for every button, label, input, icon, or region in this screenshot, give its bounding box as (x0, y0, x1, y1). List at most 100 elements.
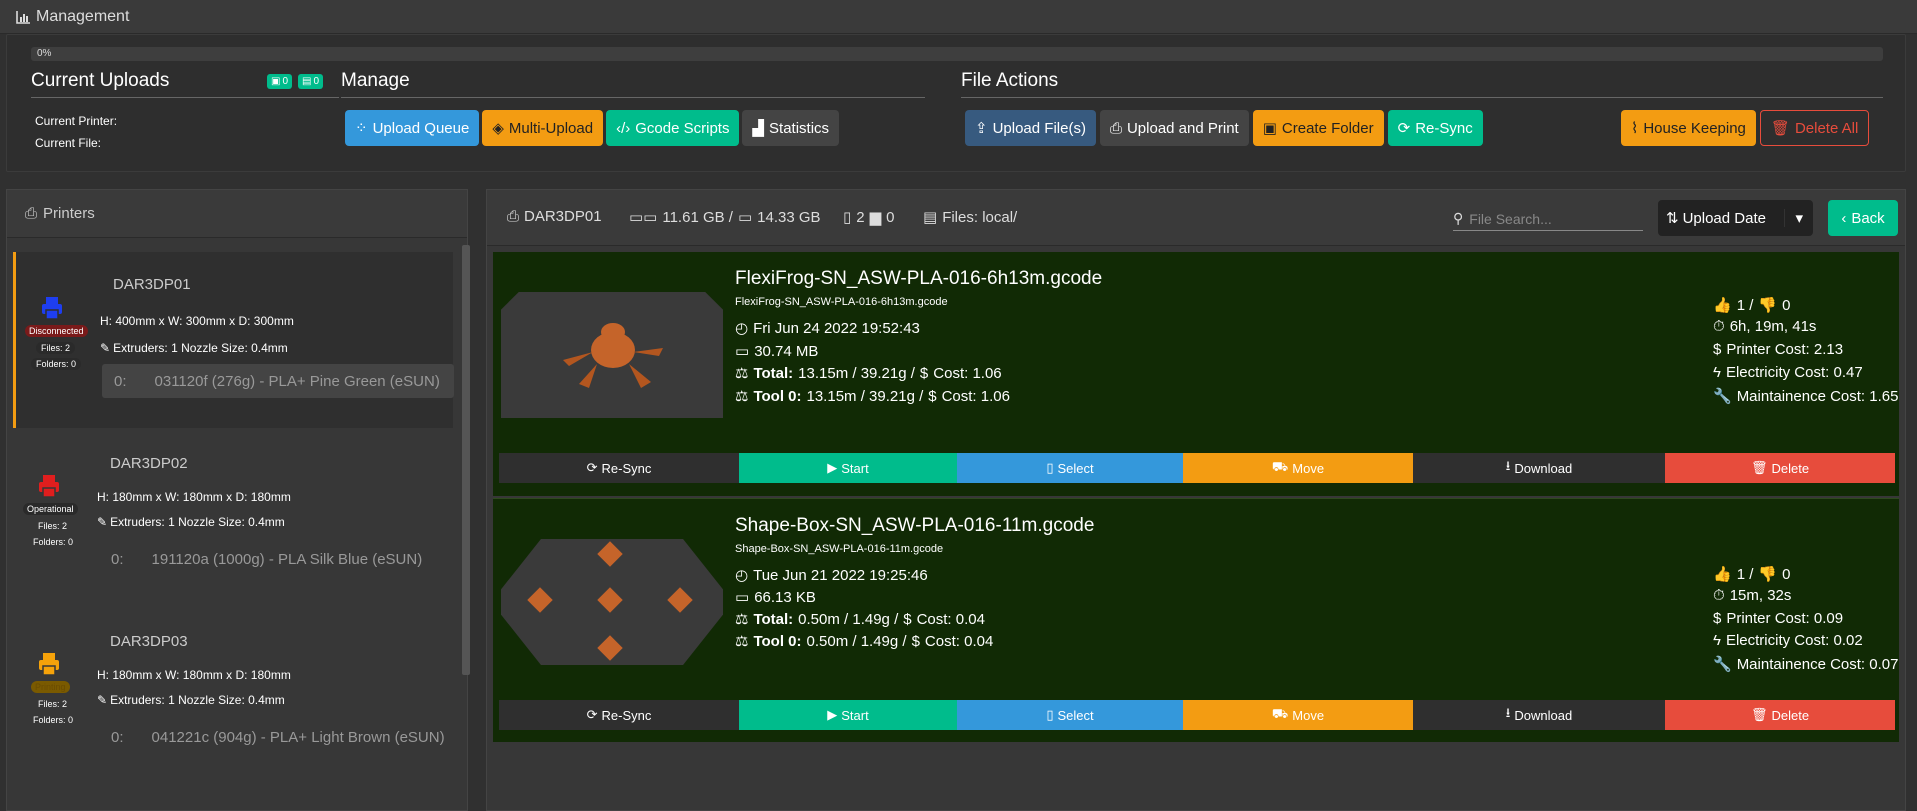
printers-title-wrap: ⎙ Printers (25, 205, 95, 222)
printer-icon (40, 296, 64, 325)
file-name: Shape-Box-SN_ASW-PLA-016-11m.gcode (735, 515, 1095, 536)
spinner-icon: ⁘ (355, 120, 368, 137)
printer-icon: ⎙ (507, 208, 520, 225)
printers-header: ⎙ Printers (7, 190, 467, 238)
printer-name: DAR3DP02 (110, 455, 188, 472)
printer-card-dar3dp03[interactable]: Printing Files: 2 Folders: 0 DAR3DP03 H:… (13, 608, 453, 784)
file-path: FlexiFrog-SN_ASW-PLA-016-6h13m.gcode (735, 296, 948, 308)
broom-icon: ⌇ (1631, 120, 1639, 137)
file-resync-button[interactable]: ⟳ Re-Sync (499, 453, 739, 483)
tool-usage: ⚖ Tool 0: 13.15m / 39.21g / $ Cost: 1.06 (735, 387, 1010, 406)
play-icon: ▶ (827, 460, 838, 475)
thumbs-up-icon[interactable]: 👍 (1713, 296, 1732, 314)
folders-count: Folders: 0 (33, 715, 74, 725)
dollar-icon: $ (903, 610, 912, 628)
delete-all-button[interactable]: 🗑 Delete All (1759, 110, 1870, 146)
back-button[interactable]: ‹ Back (1828, 200, 1898, 236)
status-badge: Printing (31, 681, 70, 693)
spool-select[interactable]: 0: 031120f (276g) - PLA+ Pine Green (eSUN… (102, 364, 454, 398)
file-icon: ▯ (1046, 460, 1054, 475)
printer-card-dar3dp02[interactable]: Operational Files: 2 Folders: 0 DAR3DP02… (13, 430, 453, 606)
electricity-cost: ϟ Electricity Cost: 0.47 (1713, 364, 1863, 381)
sync-icon: ⟳ (586, 707, 598, 722)
wrench-icon: 🔧 (1713, 656, 1732, 673)
current-file-label: Current File: (35, 136, 102, 150)
sort-label[interactable]: ⇅ Upload Date (1658, 209, 1774, 228)
file-start-button[interactable]: ▶ Start (739, 453, 957, 483)
status-badge: Disconnected (25, 325, 88, 337)
file-delete-button[interactable]: 🗑 Delete (1665, 700, 1895, 730)
header-title: Management (36, 8, 130, 25)
file-rating: 👍 1 /👎 0 (1713, 296, 1791, 315)
thumbs-up-icon[interactable]: 👍 (1713, 565, 1732, 583)
file-download-button[interactable]: ⭳ Download (1413, 453, 1665, 483)
printer-name: DAR3DP03 (110, 633, 188, 650)
file-rating: 👍 1 /👎 0 (1713, 565, 1791, 584)
management-panel: 0% Current Uploads ▣ 0 ▤ 0 Current Printer… (6, 34, 1906, 172)
file-move-button[interactable]: ⛟ Move (1183, 700, 1413, 730)
pencil-icon: ✎ (100, 341, 111, 355)
multi-upload-button[interactable]: ◈ Multi-Upload (482, 110, 604, 146)
thumbs-down-icon[interactable]: 👎 (1758, 296, 1777, 314)
spool-select[interactable]: 0: 191120a (1000g) - PLA Silk Blue (eSUN) (99, 542, 451, 576)
file-size: ▭ 66.13 KB (735, 588, 816, 607)
folder-plus-icon: ▣ (1262, 120, 1277, 137)
file-move-button[interactable]: ⛟ Move (1183, 453, 1413, 483)
file-thumbnail (501, 539, 723, 665)
header-title-wrap: Management (16, 8, 129, 26)
printers-scrollbar[interactable] (462, 245, 470, 675)
sort-dropdown[interactable]: ⇅ Upload Date ▾ (1658, 200, 1813, 236)
file-download-button[interactable]: ⭳ Download (1413, 700, 1665, 730)
search-input[interactable]: File Search... (1469, 211, 1551, 227)
printer-extruders: ✎ Extruders: 1 Nozzle Size: 0.4mm (100, 341, 288, 355)
file-resync-button[interactable]: ⟳ Re-Sync (499, 700, 739, 730)
create-folder-button[interactable]: ▣ Create Folder (1252, 110, 1384, 146)
hdd-icon: ▭ (737, 209, 753, 226)
file-search[interactable]: ⚲ File Search... (1453, 207, 1643, 231)
files-count: Files: 2 (36, 342, 76, 354)
play-icon: ▶ (827, 707, 838, 722)
current-path: ▤ Files: local/ (923, 208, 1018, 227)
truck-icon: ⛟ (1271, 706, 1289, 721)
gcode-scripts-button[interactable]: ‹/› Gcode Scripts (606, 110, 740, 146)
file-size: ▭ 30.74 MB (735, 342, 819, 361)
total-usage: ⚖ Total: 13.15m / 39.21g / $ Cost: 1.06 (735, 364, 1002, 383)
file-select-button[interactable]: ▯ Select (957, 700, 1183, 730)
file-start-button[interactable]: ▶ Start (739, 700, 957, 730)
printer-icon: ▣ (271, 76, 281, 87)
file-item-flexifrog[interactable]: FlexiFrog-SN_ASW-PLA-016-6h13m.gcode Fle… (493, 252, 1899, 496)
file-actions-divider (961, 97, 1883, 98)
download-icon: ⭳ (1505, 458, 1511, 473)
file-delete-button[interactable]: 🗑 Delete (1665, 453, 1895, 483)
weight-icon: ⚖ (735, 611, 749, 628)
pencil-icon: ✎ (97, 515, 108, 529)
file-upload-icon: ⇪ (975, 120, 988, 137)
dollar-icon: $ (911, 632, 920, 650)
upload-and-print-button[interactable]: ⎙ Upload and Print (1099, 110, 1249, 146)
electricity-cost: ϟ Electricity Cost: 0.02 (1713, 632, 1863, 649)
upload-date: ◴ Tue Jun 21 2022 19:25:46 (735, 566, 928, 585)
selected-printer: ⎙ DAR3DP01 (507, 208, 602, 225)
dollar-icon: $ (1713, 341, 1722, 358)
current-uploads-title: Current Uploads (31, 70, 170, 91)
file-upload-badge: ▤ 0 (298, 74, 324, 89)
file-item-shape-box[interactable]: Shape-Box-SN_ASW-PLA-016-11m.gcode Shape… (493, 498, 1899, 742)
hdd-icon: ▭ (735, 343, 750, 360)
house-keeping-button[interactable]: ⌇ House Keeping (1621, 110, 1756, 146)
resync-button[interactable]: ⟳ Re-Sync (1387, 110, 1483, 146)
upload-queue-button[interactable]: ⁘ Upload Queue (345, 110, 480, 146)
wrench-icon: 🔧 (1713, 388, 1732, 405)
stopwatch-icon: ⏱ (1713, 318, 1725, 335)
printer-card-dar3dp01[interactable]: Disconnected Files: 2 Folders: 0 DAR3DP0… (13, 252, 454, 428)
printer-icon: ⎙ (25, 205, 38, 222)
chevron-down-icon[interactable]: ▾ (1784, 209, 1813, 227)
upload-files-button[interactable]: ⇪ Upload File(s) (965, 110, 1096, 146)
layers-icon: ◈ (492, 120, 504, 137)
file-icon: ▯ (843, 209, 852, 226)
spool-select[interactable]: 0: 041221c (904g) - PLA+ Light Brown (eSU… (99, 720, 451, 754)
upload-progress-bar: 0% (31, 47, 1883, 61)
file-select-button[interactable]: ▯ Select (957, 453, 1183, 483)
statistics-button[interactable]: ▟ Statistics (742, 110, 840, 146)
thumbs-down-icon[interactable]: 👎 (1758, 565, 1777, 583)
code-icon: ‹/› (616, 119, 631, 137)
